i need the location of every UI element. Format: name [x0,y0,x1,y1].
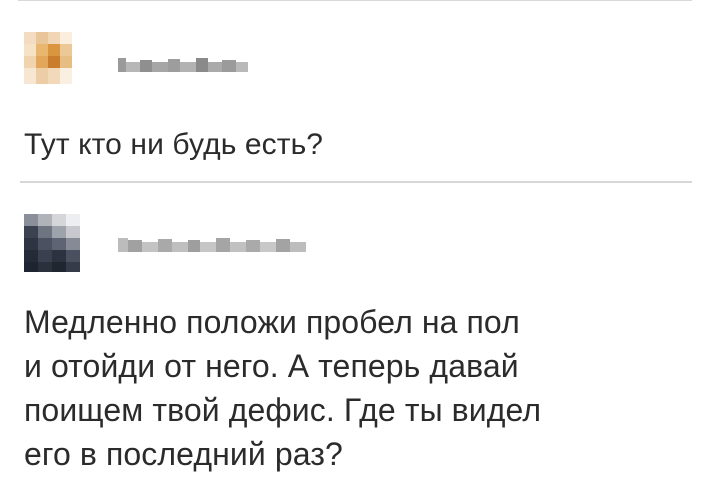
comment-line: его в последний раз? [24,436,343,472]
comment-divider [20,181,692,183]
comment-line: и отойди от него. А теперь давай [24,348,519,384]
comment-text: Медленно положи пробел на пол и отойди о… [24,300,684,476]
user-avatar-icon[interactable] [24,32,82,84]
comment-line: Тут кто ни будь есть? [24,128,324,161]
user-avatar-icon[interactable] [24,214,80,272]
username-blur-graphic [118,236,316,254]
username-blur-graphic [118,56,256,74]
pixelated-avatar-1 [24,32,82,84]
comment-line: Медленно положи пробел на пол [24,304,520,340]
pixelated-avatar-2 [24,214,80,272]
top-divider [18,0,692,1]
comment-text: Тут кто ни будь есть? [24,128,684,162]
comment-line: поищем твой дефис. Где ты видел [24,392,542,428]
